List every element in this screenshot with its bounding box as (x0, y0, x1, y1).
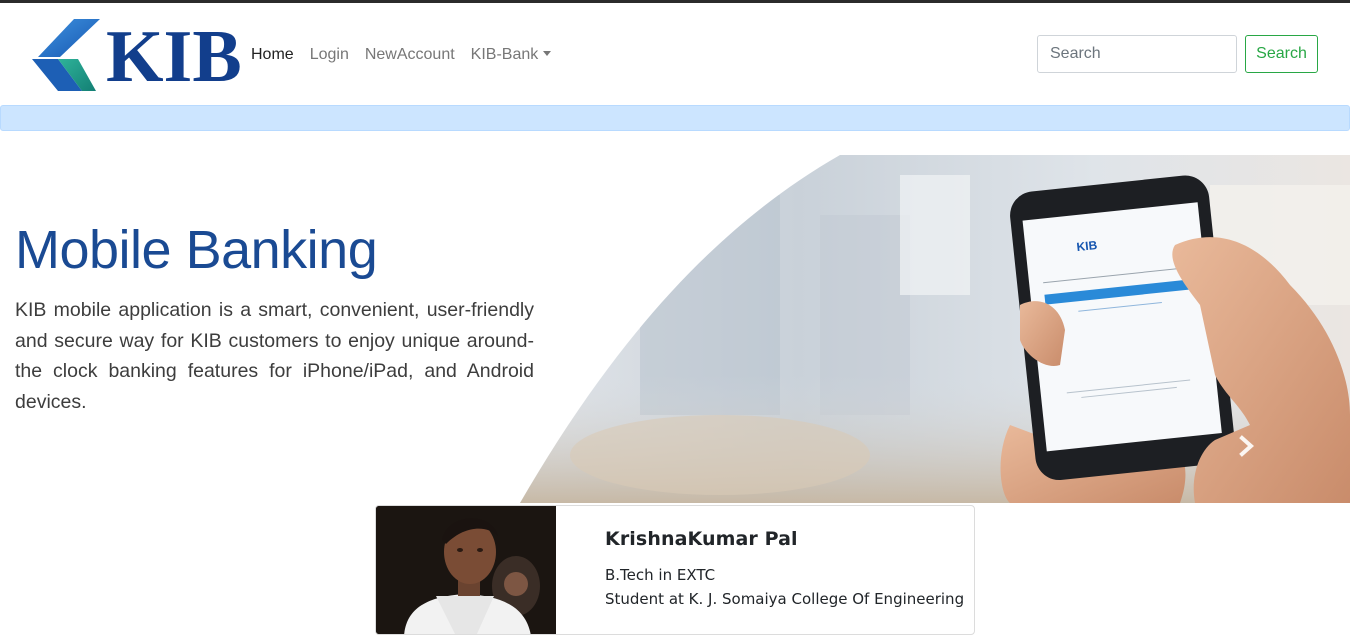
brand-logo[interactable]: KIB (30, 17, 242, 95)
nav-kib-bank-label: KIB-Bank (470, 46, 539, 63)
profile-photo (376, 506, 556, 634)
search-input[interactable] (1037, 35, 1237, 73)
nav-new-account[interactable]: NewAccount (357, 46, 463, 64)
nav-menu: Home Login NewAccount KIB-Bank (243, 43, 559, 67)
caret-down-icon (543, 51, 552, 56)
nav-home[interactable]: Home (243, 46, 302, 64)
nav-login[interactable]: Login (302, 46, 357, 64)
brand-wordmark: KIB (106, 16, 242, 98)
phone-app-logo: KIB (1076, 238, 1098, 254)
hero-title: Mobile Banking (15, 220, 378, 280)
profile-degree: B.Tech in EXTC (605, 566, 716, 584)
profile-name: KrishnaKumar Pal (605, 528, 798, 550)
profile-card: KrishnaKumar Pal B.Tech in EXTC Student … (375, 505, 975, 635)
hero-description: KIB mobile application is a smart, conve… (15, 299, 534, 413)
nav-kib-bank-dropdown[interactable]: KIB-Bank (463, 46, 560, 64)
profile-school: Student at K. J. Somaiya College Of Engi… (605, 590, 965, 608)
kib-logo-icon (32, 19, 100, 91)
info-alert-bar (0, 105, 1350, 131)
search-button[interactable]: Search (1245, 35, 1318, 73)
hero-carousel: KIB Mobile Banking KIB mobile applicatio… (0, 155, 1350, 503)
chevron-right-icon[interactable] (1232, 431, 1262, 461)
navbar: KIB Home Login NewAccount KIB-Bank Searc… (0, 3, 1350, 105)
